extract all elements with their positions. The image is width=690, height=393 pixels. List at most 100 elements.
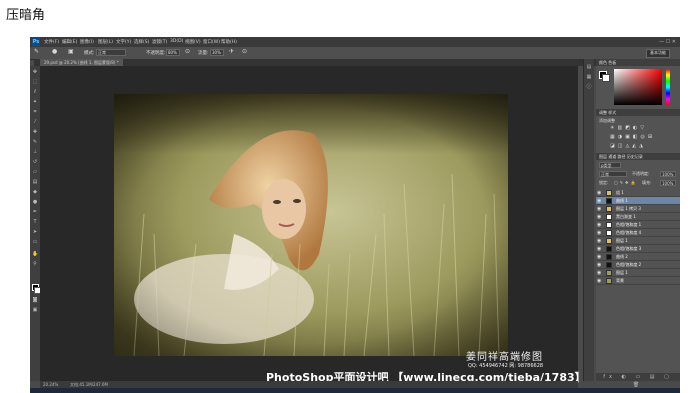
lock-icons[interactable]: ▢✎✥🔒 [614, 179, 637, 187]
layer-row[interactable]: ◉ 色相/饱和度 1 [596, 221, 680, 229]
history-brush-tool-icon[interactable]: ↺ [32, 160, 38, 165]
menu-image[interactable]: 图像(I) [80, 39, 94, 45]
menu-view[interactable]: 视图(V) [185, 39, 201, 45]
menu-3d[interactable]: 3D(D) [170, 39, 183, 44]
eye-icon[interactable]: ◉ [597, 277, 602, 285]
properties-panel-icon[interactable]: ▦ [586, 75, 592, 80]
brush-tool-icon[interactable]: ✎ [32, 140, 38, 145]
eye-icon[interactable]: ◉ [597, 261, 602, 269]
brush-panel-icon[interactable]: ▣ [68, 48, 74, 55]
mode-select[interactable]: 正常 [96, 49, 126, 56]
zoom-tool-icon[interactable]: ⚲ [32, 262, 38, 267]
hand-tool-icon[interactable]: ✋ [32, 252, 38, 257]
portrait-photo [114, 94, 508, 356]
eyedropper-tool-icon[interactable]: ⁄ [32, 120, 38, 125]
menu-layer[interactable]: 图层(L) [98, 39, 113, 45]
layer-thumbnail [606, 254, 612, 260]
fill-input[interactable]: 100% [660, 180, 676, 186]
shape-tool-icon[interactable]: ▭ [32, 240, 38, 245]
eye-icon[interactable]: ◉ [597, 253, 602, 261]
adjustment-icons-row-1[interactable]: ☀▥◩◐▽ [610, 125, 647, 131]
adjustment-icons-row-2[interactable]: ▦◑▣◧◎⊞ [610, 134, 655, 140]
layer-kind-select[interactable]: ρ类型 [599, 162, 621, 168]
adjustments-tab[interactable]: 调整 样式 [599, 109, 616, 116]
menu-file[interactable]: 文件(F) [44, 39, 59, 45]
brush-tool-icon[interactable]: ✎ [34, 48, 39, 55]
layer-opacity-input[interactable]: 100% [660, 171, 676, 177]
layer-thumbnail [606, 246, 612, 252]
layer-row[interactable]: ◉ 图层 1 [596, 269, 680, 277]
eye-icon[interactable]: ◉ [597, 229, 602, 237]
layer-row[interactable]: ◉ 色相/饱和度 2 [596, 261, 680, 269]
dodge-tool-icon[interactable]: ● [32, 200, 38, 205]
layer-row[interactable]: ◉ 黑白渐变 1 [596, 213, 680, 221]
layer-row[interactable]: ◉ 色相/饱和度 4 [596, 229, 680, 237]
eye-icon[interactable]: ◉ [597, 245, 602, 253]
menu-select[interactable]: 选择(S) [134, 39, 149, 45]
document-canvas[interactable] [40, 66, 578, 381]
color-tab[interactable]: 颜色 色板 [599, 59, 616, 66]
eye-icon[interactable]: ◉ [597, 237, 602, 245]
opacity-label: 不透明度: [146, 51, 166, 56]
workspace-select[interactable]: 基本功能 [646, 49, 670, 58]
adjustment-icons-row-3[interactable]: ◪◫◬◭◮ [610, 143, 646, 149]
hue-slider[interactable] [666, 69, 670, 105]
eraser-tool-icon[interactable]: ▱ [32, 170, 38, 175]
menu-type[interactable]: 文字(Y) [116, 39, 131, 45]
layer-lock-row: 锁定: ▢✎✥🔒 填充: 100% [596, 179, 680, 187]
menu-bar: Ps 文件(F) 编辑(E) 图像(I) 图层(L) 文字(Y) 选择(S) 滤… [30, 37, 680, 47]
document-tab[interactable]: 29.psd @ 20.2% (曲线 1, 图层蒙版/8) * [40, 59, 123, 66]
panel-background-swatch[interactable] [602, 74, 610, 82]
eye-icon[interactable]: ◉ [597, 221, 602, 229]
zoom-level[interactable]: 20.24% [43, 381, 58, 388]
pressure-size-icon[interactable]: ⊙ [242, 48, 247, 55]
eye-icon[interactable]: ◉ [597, 197, 602, 205]
layer-row[interactable]: ◉ 色相/饱和度 3 [596, 245, 680, 253]
quick-select-tool-icon[interactable]: ✦ [32, 100, 38, 105]
pressure-opacity-icon[interactable]: ⊙ [185, 48, 190, 55]
menu-help[interactable]: 帮助(H) [221, 39, 237, 45]
eye-icon[interactable]: ◉ [597, 269, 602, 277]
gradient-tool-icon[interactable]: ▤ [32, 180, 38, 185]
move-tool-icon[interactable]: ✥ [32, 70, 38, 75]
eye-icon[interactable]: ◉ [597, 189, 602, 197]
airbrush-icon[interactable]: ✈ [229, 48, 234, 55]
stamp-tool-icon[interactable]: ⊥ [32, 150, 38, 155]
info-panel-icon[interactable]: ⓘ [586, 85, 592, 90]
layers-tab[interactable]: 图层 通道 路径 历史记录 [599, 153, 643, 160]
window-controls[interactable]: — ☐ ✕ [659, 39, 676, 45]
layer-row[interactable]: ◉ 组 1 [596, 189, 680, 197]
lasso-tool-icon[interactable]: ℓ [32, 90, 38, 95]
marquee-tool-icon[interactable]: ⬚ [32, 80, 38, 85]
layer-row[interactable]: ◉ 曲线 2 [596, 253, 680, 261]
type-tool-icon[interactable]: T [32, 220, 38, 225]
layers-bottom-icons[interactable]: fx ◐ ▭ ▤ ▢ 🗑 [596, 373, 680, 388]
layer-name: 曲线 2 [616, 254, 628, 259]
layer-blend-row: 正常 不透明度: 100% [596, 170, 680, 178]
layer-row[interactable]: ◉ 曲线 1 [596, 197, 680, 205]
layer-row[interactable]: ◉ 图层 1 拷贝 3 [596, 205, 680, 213]
document-tabbar: 29.psd @ 20.2% (曲线 1, 图层蒙版/8) * [34, 59, 614, 66]
path-select-tool-icon[interactable]: ➤ [32, 230, 38, 235]
layer-row[interactable]: ◉ 背景 [596, 277, 680, 285]
layer-blend-select[interactable]: 正常 [599, 171, 627, 177]
crop-tool-icon[interactable]: ⌗ [32, 110, 38, 115]
pen-tool-icon[interactable]: ✒ [32, 210, 38, 215]
healing-tool-icon[interactable]: ✚ [32, 130, 38, 135]
eye-icon[interactable]: ◉ [597, 213, 602, 221]
layers-list: ◉ 组 1 ◉ 曲线 1 ◉ 图层 1 拷贝 3 ◉ 黑白渐变 1 ◉ 色相/饱和度 1 ◉ 色相/饱… [596, 189, 680, 373]
blur-tool-icon[interactable]: ◆ [32, 190, 38, 195]
brush-preset-icon[interactable]: ● [52, 48, 57, 55]
eye-icon[interactable]: ◉ [597, 205, 602, 213]
color-picker-field[interactable] [614, 69, 662, 105]
mode-label: 模式: [84, 51, 95, 56]
quick-mask-icon[interactable]: ◙ [32, 298, 38, 303]
layer-row[interactable]: ◉ 图层 1 [596, 237, 680, 245]
opacity-input[interactable]: 80% [166, 49, 180, 56]
history-panel-icon[interactable]: ▤ [586, 65, 592, 70]
menu-filter[interactable]: 滤镜(T) [152, 39, 167, 45]
screen-mode-icon[interactable]: ▣ [32, 308, 38, 313]
menu-window[interactable]: 窗口(W) [203, 39, 220, 45]
menu-edit[interactable]: 编辑(E) [62, 39, 77, 45]
flow-input[interactable]: 30% [210, 49, 224, 56]
